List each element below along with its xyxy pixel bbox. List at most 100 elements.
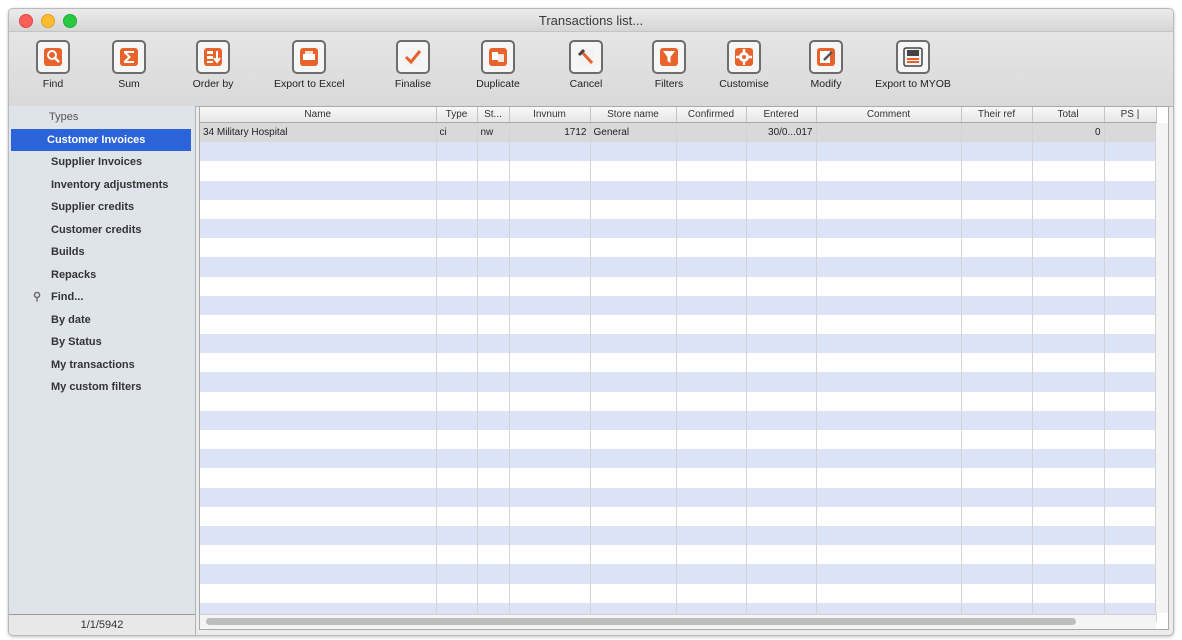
export-excel-button[interactable]: Export to Excel	[274, 40, 345, 90]
column-header-type[interactable]: Type	[436, 107, 478, 123]
empty-cell	[590, 468, 677, 488]
sidebar-item-by-status[interactable]: By Status	[9, 331, 195, 354]
empty-table-row[interactable]	[200, 353, 1157, 373]
empty-table-row[interactable]	[200, 506, 1157, 526]
empty-table-row[interactable]	[200, 468, 1157, 488]
sidebar-item-supplier-invoices[interactable]: Supplier Invoices	[9, 151, 195, 174]
sidebar-item-inventory-adjustments[interactable]: Inventory adjustments	[9, 174, 195, 197]
empty-table-row[interactable]	[200, 410, 1157, 430]
empty-table-row[interactable]	[200, 295, 1157, 315]
column-header-ps[interactable]: PS |	[1104, 107, 1157, 123]
empty-table-row[interactable]	[200, 525, 1157, 546]
empty-table-row[interactable]	[200, 276, 1157, 296]
find-label: Find	[42, 78, 64, 90]
sum-button[interactable]: Sum	[94, 40, 164, 90]
column-header-invnum[interactable]: Invnum	[509, 107, 591, 123]
cell-type: ci	[436, 122, 478, 143]
empty-table-row[interactable]	[200, 238, 1157, 258]
empty-cell	[590, 410, 677, 430]
horizontal-scroll-thumb[interactable]	[206, 618, 1076, 625]
column-header-comment[interactable]: Comment	[816, 107, 962, 123]
column-header-name[interactable]: Name	[200, 107, 437, 123]
empty-cell	[676, 487, 747, 507]
empty-cell	[676, 564, 747, 584]
empty-cell	[746, 314, 817, 335]
empty-table-row[interactable]	[200, 564, 1157, 584]
empty-cell	[1104, 257, 1157, 277]
empty-cell	[200, 180, 437, 200]
duplicate-button[interactable]: Duplicate	[463, 40, 533, 90]
column-header-confirmed[interactable]: Confirmed	[676, 107, 747, 123]
empty-cell	[509, 372, 591, 392]
empty-table-row[interactable]	[200, 487, 1157, 507]
order-by-button[interactable]: Order by	[178, 40, 248, 90]
empty-table-row[interactable]	[200, 430, 1157, 450]
empty-cell	[961, 276, 1033, 296]
modify-button[interactable]: Modify	[791, 40, 861, 90]
empty-cell	[676, 391, 747, 411]
empty-cell	[816, 391, 962, 411]
customise-button[interactable]: Customise	[709, 40, 779, 90]
empty-cell	[961, 564, 1033, 584]
empty-cell	[200, 218, 437, 239]
empty-table-row[interactable]	[200, 449, 1157, 469]
sidebar-item-repacks[interactable]: Repacks	[9, 264, 195, 287]
empty-cell	[816, 468, 962, 488]
sidebar-item-find[interactable]: ⚲ Find...	[9, 286, 195, 309]
filters-button[interactable]: Filters	[634, 40, 704, 90]
empty-table-row[interactable]	[200, 218, 1157, 239]
horizontal-scrollbar[interactable]	[200, 614, 1156, 629]
empty-cell	[477, 238, 510, 258]
empty-cell	[1032, 564, 1105, 584]
empty-cell	[1032, 257, 1105, 277]
sidebar-item-my-transactions[interactable]: My transactions	[9, 354, 195, 377]
table-row[interactable]: 34 Military Hospital ci nw 1712 General …	[200, 122, 1157, 143]
empty-cell	[816, 161, 962, 181]
empty-table-row[interactable]	[200, 180, 1157, 200]
empty-cell	[1032, 410, 1105, 430]
sidebar-item-builds[interactable]: Builds	[9, 241, 195, 264]
finalise-button[interactable]: Finalise	[378, 40, 448, 90]
empty-cell	[816, 353, 962, 373]
empty-table-row[interactable]	[200, 314, 1157, 335]
empty-cell	[1104, 487, 1157, 507]
empty-cell	[816, 487, 962, 507]
cancel-button[interactable]: Cancel	[551, 40, 621, 90]
empty-cell	[1104, 353, 1157, 373]
empty-cell	[816, 506, 962, 526]
empty-cell	[961, 295, 1033, 315]
empty-cell	[1104, 238, 1157, 258]
sidebar-item-my-custom-filters[interactable]: My custom filters	[9, 376, 195, 399]
empty-cell	[746, 545, 817, 565]
find-button[interactable]: Find	[18, 40, 88, 90]
empty-table-row[interactable]	[200, 199, 1157, 219]
sidebar-item-by-date[interactable]: By date	[9, 309, 195, 332]
column-header-status[interactable]: St...	[477, 107, 510, 123]
empty-cell	[1104, 372, 1157, 392]
sidebar-item-customer-credits[interactable]: Customer credits	[9, 219, 195, 242]
empty-table-row[interactable]	[200, 372, 1157, 392]
column-header-store-name[interactable]: Store name	[590, 107, 677, 123]
empty-cell	[477, 199, 510, 219]
empty-cell	[746, 506, 817, 526]
sidebar-item-supplier-credits[interactable]: Supplier credits	[9, 196, 195, 219]
export-myob-button[interactable]: Export to MYOB	[865, 40, 961, 90]
column-header-their-ref[interactable]: Their ref	[961, 107, 1033, 123]
empty-table-row[interactable]	[200, 334, 1157, 354]
sidebar-item-customer-invoices[interactable]: Customer Invoices	[11, 128, 191, 151]
empty-cell	[200, 564, 437, 584]
empty-table-row[interactable]	[200, 142, 1157, 162]
empty-table-row[interactable]	[200, 391, 1157, 411]
empty-cell	[746, 353, 817, 373]
empty-cell	[1104, 199, 1157, 219]
vertical-scrollbar[interactable]	[1155, 123, 1168, 613]
empty-table-row[interactable]	[200, 583, 1157, 603]
empty-table-row[interactable]	[200, 161, 1157, 181]
empty-cell	[509, 161, 591, 181]
empty-table-row[interactable]	[200, 545, 1157, 565]
column-header-entered[interactable]: Entered	[746, 107, 817, 123]
column-header-total[interactable]: Total	[1032, 107, 1105, 123]
empty-table-row[interactable]	[200, 257, 1157, 277]
empty-cell	[477, 276, 510, 296]
empty-cell	[509, 334, 591, 354]
